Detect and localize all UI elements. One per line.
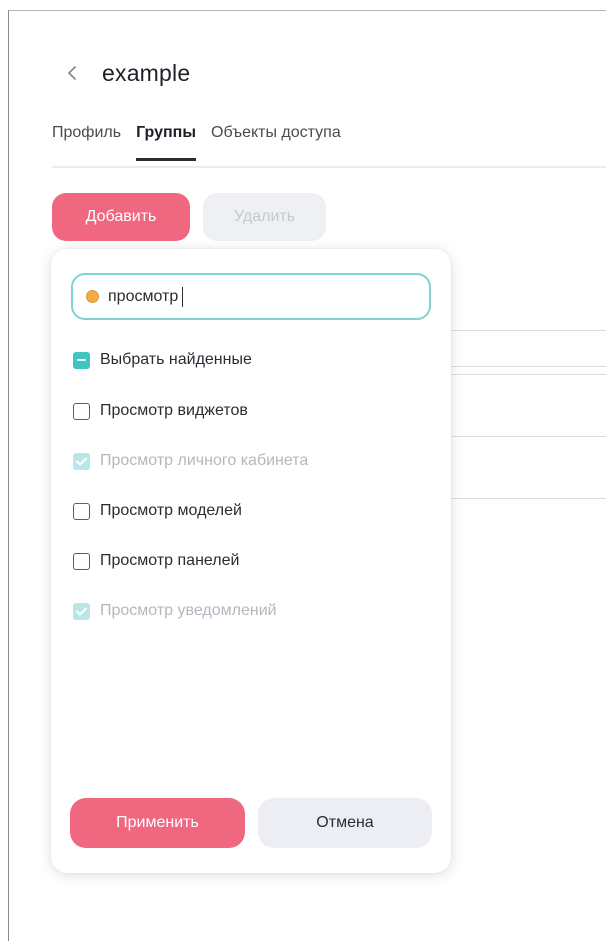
list-item-checkbox: Просмотр уведомлений [73,599,277,623]
table-divider [440,374,606,375]
checkbox-label: Выбрать найденные [100,351,252,368]
add-button[interactable]: Добавить [52,193,190,241]
checkbox-label: Просмотр виджетов [100,402,248,419]
checkbox-label: Просмотр панелей [100,552,240,569]
checked-checkbox-icon [73,602,90,620]
group-select-popup: Выбрать найденные Просмотр виджетов Прос… [51,249,451,873]
page-header: example [62,58,190,88]
indeterminate-checkbox-icon [73,351,90,369]
checked-checkbox-icon [73,452,90,470]
checkbox-icon [73,402,90,420]
delete-button[interactable]: Удалить [203,193,326,241]
checkbox-label: Просмотр уведомлений [100,602,277,619]
list-item-checkbox[interactable]: Просмотр панелей [73,549,239,573]
tab-profile[interactable]: Профиль [52,118,121,158]
status-dot-icon [86,290,99,303]
back-button[interactable] [62,58,82,88]
tab-access-objects[interactable]: Объекты доступа [211,118,341,158]
text-caret [182,286,183,307]
cancel-button[interactable]: Отмена [258,798,432,848]
page-title: example [102,59,191,86]
list-item-checkbox: Просмотр личного кабинета [73,449,308,473]
select-found-checkbox[interactable]: Выбрать найденные [73,348,252,372]
list-item-checkbox[interactable]: Просмотр виджетов [73,399,248,423]
checkbox-icon [73,552,90,570]
chevron-left-icon [68,66,76,80]
table-divider [440,498,606,499]
table-divider [440,436,606,437]
search-field[interactable] [71,273,431,320]
search-input[interactable] [108,287,408,306]
checkbox-label: Просмотр моделей [100,502,242,519]
list-item-checkbox[interactable]: Просмотр моделей [73,499,242,523]
apply-button[interactable]: Применить [70,798,245,848]
checkbox-label: Просмотр личного кабинета [100,452,309,469]
tab-groups[interactable]: Группы [136,118,196,161]
table-divider [440,366,606,367]
checkbox-icon [73,502,90,520]
tab-bar: Профиль Группы Объекты доступа [52,118,606,168]
table-divider [440,330,606,331]
